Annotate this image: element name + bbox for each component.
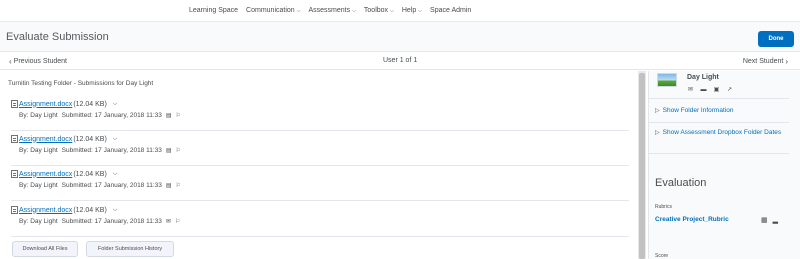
- chevron-down-icon: ⌵: [390, 7, 394, 14]
- done-button[interactable]: Done: [758, 31, 794, 47]
- divider: [649, 98, 789, 99]
- divider: [649, 153, 789, 154]
- top-navigation: Learning Space Communication ⌵ Assessment…: [0, 0, 800, 22]
- chevron-right-icon: ›: [785, 57, 788, 66]
- chat-icon[interactable]: ▬: [700, 86, 707, 93]
- score-label: Score: [655, 253, 669, 259]
- nav-communication[interactable]: Communication ⌵: [246, 7, 300, 14]
- document-icon: [11, 100, 18, 108]
- rubric-tools: ▦ ▂: [761, 216, 778, 224]
- chart-icon[interactable]: ↗: [726, 86, 733, 93]
- file-link[interactable]: Assignment.docx: [19, 171, 72, 178]
- turnitin-report-icon[interactable]: ▤: [166, 182, 172, 189]
- triangle-right-icon: ▷: [655, 130, 660, 136]
- submitted-date: Submitted: 17 January, 2018 11:33: [61, 218, 162, 225]
- submitted-date: Submitted: 17 January, 2018 11:33: [61, 112, 162, 119]
- student-tools: ✉ ▬ ▣ ↗: [687, 86, 733, 94]
- divider: [11, 165, 629, 166]
- divider: [649, 122, 789, 123]
- statistics-icon[interactable]: ▂: [773, 216, 778, 224]
- chevron-down-icon: ⌵: [296, 7, 301, 14]
- submitted-by: By: Day Light: [19, 112, 58, 119]
- student-navigation-bar: ‹ Previous Student User 1 of 1 Next Stud…: [0, 52, 800, 70]
- rubric-table-icon[interactable]: ▦: [761, 216, 768, 224]
- rubric-link[interactable]: Creative Project_Rubric: [655, 216, 729, 223]
- nav-toolbox[interactable]: Toolbox ⌵: [364, 7, 394, 14]
- divider: [11, 236, 629, 237]
- chevron-left-icon: ‹: [9, 57, 12, 66]
- email-icon[interactable]: ✉: [687, 86, 694, 93]
- previous-student-label: Previous Student: [13, 58, 67, 65]
- chevron-down-icon[interactable]: ⌵: [113, 207, 118, 214]
- nav-label: Space Admin: [430, 7, 472, 14]
- flag-icon[interactable]: ⚐: [176, 147, 181, 154]
- file-link[interactable]: Assignment.docx: [19, 207, 72, 214]
- page-header: Evaluate Submission Done: [0, 22, 800, 52]
- submitted-by: By: Day Light: [19, 182, 58, 189]
- folder-submission-history-button[interactable]: Folder Submission History: [86, 241, 174, 257]
- submitted-date: Submitted: 17 January, 2018 11:33: [61, 147, 162, 154]
- submission-item: Assignment.docx (12.04 KB) ⌵ By: Day Lig…: [11, 169, 633, 189]
- submission-item: Assignment.docx (12.04 KB) ⌵ By: Day Lig…: [11, 134, 633, 154]
- submission-item: Assignment.docx (12.04 KB) ⌵ By: Day Lig…: [11, 205, 633, 225]
- submitted-by: By: Day Light: [19, 147, 58, 154]
- document-icon: [11, 206, 18, 214]
- file-link[interactable]: Assignment.docx: [19, 101, 72, 108]
- file-size: (12.04 KB): [73, 135, 107, 143]
- next-student-link[interactable]: Next Student ›: [743, 57, 790, 66]
- flag-icon[interactable]: ⚐: [175, 218, 180, 225]
- evaluation-title: Evaluation: [655, 177, 707, 189]
- user-count: User 1 of 1: [383, 57, 418, 64]
- show-folder-information-link[interactable]: ▷ Show Folder Information: [655, 105, 785, 117]
- submitted-by: By: Day Light: [19, 218, 58, 225]
- document-icon: [11, 135, 18, 143]
- file-size: (12.04 KB): [73, 170, 107, 178]
- folder-title: Turnitin Testing Folder - Submissions fo…: [8, 80, 154, 87]
- nav-label: Help: [401, 7, 417, 14]
- document-icon: [11, 170, 18, 178]
- student-name: Day Light: [687, 74, 719, 81]
- file-size: (12.04 KB): [73, 206, 107, 214]
- flag-icon[interactable]: ⚐: [176, 182, 181, 189]
- scrollbar-thumb[interactable]: [639, 73, 645, 259]
- show-dates-link[interactable]: ▷ Show Assessment Dropbox Folder Dates: [655, 127, 785, 139]
- user-progress-icon[interactable]: ▣: [713, 86, 720, 93]
- file-link[interactable]: Assignment.docx: [19, 136, 72, 143]
- next-student-label: Next Student: [742, 58, 784, 65]
- rubrics-label: Rubrics: [655, 204, 672, 210]
- submission-item: Assignment.docx (12.04 KB) ⌵ By: Day Lig…: [11, 99, 633, 119]
- file-size: (12.04 KB): [73, 100, 107, 108]
- turnitin-report-icon[interactable]: ▤: [166, 147, 172, 154]
- action-buttons: Download All Files Folder Submission His…: [12, 241, 174, 257]
- submitted-date: Submitted: 17 January, 2018 11:33: [61, 182, 162, 189]
- triangle-right-icon: ▷: [655, 108, 660, 114]
- evaluation-panel: Day Light ✉ ▬ ▣ ↗ ▷ Show Folder Informati…: [648, 71, 800, 259]
- nav-space-admin[interactable]: Space Admin: [430, 7, 471, 14]
- divider: [11, 130, 629, 131]
- nav-label: Learning Space: [189, 7, 239, 14]
- divider: [11, 200, 629, 201]
- nav-label: Communication: [246, 7, 295, 14]
- previous-student-link[interactable]: ‹ Previous Student: [7, 57, 67, 66]
- show-folder-information-label: Show Folder Information: [662, 107, 734, 114]
- turnitin-report-icon[interactable]: ▤: [166, 112, 172, 119]
- submissions-panel: Turnitin Testing Folder - Submissions fo…: [0, 71, 638, 259]
- nav-help[interactable]: Help ⌵: [402, 7, 422, 14]
- chevron-down-icon: ⌵: [418, 7, 423, 14]
- chevron-down-icon[interactable]: ⌵: [113, 136, 118, 143]
- nav-label: Toolbox: [363, 7, 389, 14]
- download-all-files-button[interactable]: Download All Files: [12, 241, 78, 257]
- page-title: Evaluate Submission: [6, 31, 109, 43]
- nav-assessments[interactable]: Assessments ⌵: [308, 7, 355, 14]
- flag-icon[interactable]: ⚐: [176, 112, 181, 119]
- avatar: [657, 73, 677, 87]
- chevron-down-icon: ⌵: [352, 7, 356, 14]
- chevron-down-icon[interactable]: ⌵: [113, 101, 118, 108]
- nav-learning-space[interactable]: Learning Space: [189, 7, 238, 14]
- nav-label: Assessments: [308, 7, 351, 14]
- email-icon[interactable]: ✉: [166, 218, 171, 225]
- chevron-down-icon[interactable]: ⌵: [113, 171, 118, 178]
- show-dates-label: Show Assessment Dropbox Folder Dates: [662, 129, 782, 136]
